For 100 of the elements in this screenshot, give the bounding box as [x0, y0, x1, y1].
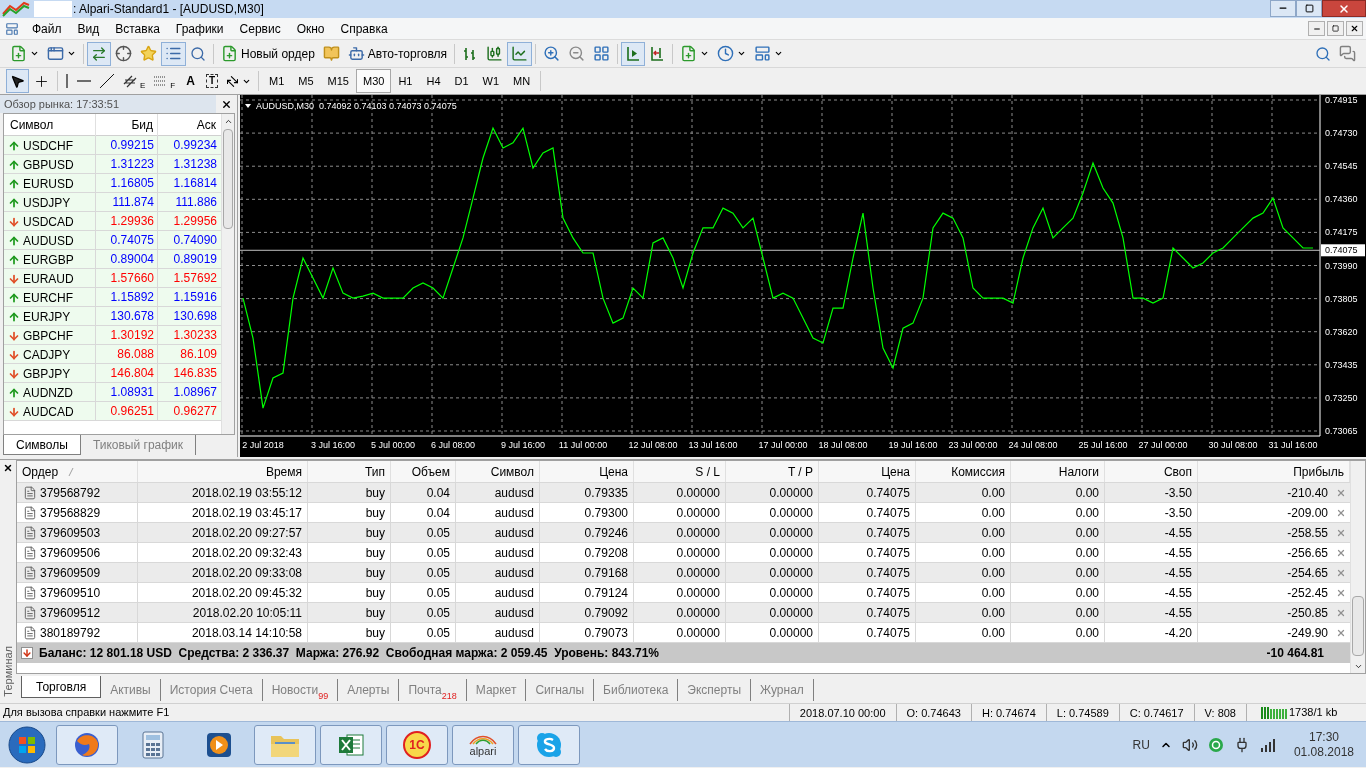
- timeframe-button[interactable]: H1: [391, 69, 420, 93]
- line-chart-button[interactable]: [507, 41, 533, 66]
- market-row[interactable]: USDCHF 0.99215 0.99234: [4, 136, 221, 155]
- column-header[interactable]: Своп: [1163, 462, 1192, 481]
- fibo-button[interactable]: F: [149, 69, 180, 93]
- taskbar-app[interactable]: [518, 724, 580, 765]
- market-row[interactable]: EURJPY 130.678 130.698: [4, 307, 221, 326]
- taskbar-app[interactable]: alpari: [452, 724, 514, 765]
- clock-date[interactable]: 01.08.2018: [1293, 744, 1354, 760]
- timeframe-button[interactable]: D1: [447, 69, 476, 93]
- auto-trading-button[interactable]: Авто-торговля: [343, 41, 452, 66]
- menu-item[interactable]: Вид: [69, 18, 108, 39]
- order-row[interactable]: 379609506 2018.02.20 09:32:43 buy 0.05 audusd 0.79208 0.00000 0.00000 0.74075 0.00 0.00 -4.55 -256.65: [17, 543, 1350, 563]
- menu-item[interactable]: Справка: [332, 18, 396, 39]
- market-row[interactable]: GBPUSD 1.31223 1.31238: [4, 155, 221, 174]
- minimize-button[interactable]: [1270, 0, 1296, 17]
- column-header[interactable]: Объем: [411, 462, 450, 481]
- terminal-tab[interactable]: История Счета: [160, 679, 263, 701]
- timeframe-button[interactable]: M5: [291, 69, 321, 93]
- market-row[interactable]: USDCAD 1.29936 1.29956: [4, 212, 221, 231]
- terminal-tab[interactable]: Маркет: [466, 679, 527, 701]
- market-row[interactable]: AUDCAD 0.96251 0.96277: [4, 402, 221, 421]
- market-row[interactable]: EURCHF 1.15892 1.15916: [4, 288, 221, 307]
- scroll-thumb[interactable]: [223, 129, 233, 229]
- scroll-thumb[interactable]: [1352, 596, 1364, 656]
- column-header[interactable]: Цена: [881, 462, 910, 481]
- column-header[interactable]: T / P: [787, 462, 813, 481]
- autoscroll-button[interactable]: [621, 41, 646, 66]
- timeframe-button[interactable]: MN: [506, 69, 538, 93]
- market-row[interactable]: EURAUD 1.57660 1.57692: [4, 269, 221, 288]
- taskbar-app[interactable]: [320, 724, 382, 765]
- order-row[interactable]: 379609509 2018.02.20 09:33:08 buy 0.05 audusd 0.79168 0.00000 0.00000 0.74075 0.00 0.00 -4.55 -254.65: [17, 563, 1350, 583]
- taskbar-app[interactable]: [56, 724, 118, 765]
- column-header[interactable]: S / L: [695, 462, 720, 481]
- menu-item[interactable]: Графики: [167, 18, 232, 39]
- timeframe-button[interactable]: H4: [419, 69, 448, 93]
- market-row[interactable]: EURGBP 0.89004 0.89019: [4, 250, 221, 269]
- text-tool-button[interactable]: A: [179, 69, 202, 93]
- terminal-tab[interactable]: Эксперты: [678, 679, 752, 701]
- panel-tab[interactable]: Тиковый график: [80, 435, 197, 455]
- clock-time[interactable]: 17:30: [1308, 729, 1339, 745]
- column-header[interactable]: Тип: [365, 462, 385, 481]
- terminal-tab[interactable]: Библиотека: [594, 679, 679, 701]
- terminal-button[interactable]: [161, 41, 186, 66]
- order-row[interactable]: 379609512 2018.02.20 10:05:11 buy 0.05 audusd 0.79092 0.00000 0.00000 0.74075 0.00 0.00 -4.55 -250.85: [17, 603, 1350, 623]
- scrollbar[interactable]: [221, 114, 234, 434]
- menu-item[interactable]: Вставка: [107, 18, 168, 39]
- caret-icon[interactable]: [245, 104, 251, 108]
- order-row[interactable]: 379568829 2018.02.19 03:45:17 buy 0.04 audusd 0.79300 0.00000 0.00000 0.74075 0.00 0.00 -3.50 -209.00: [17, 503, 1350, 523]
- timeframe-button[interactable]: M15: [320, 69, 356, 93]
- panel-tab[interactable]: Символы: [3, 435, 81, 455]
- taskbar-app[interactable]: [254, 724, 316, 765]
- column-header[interactable]: Цена: [599, 462, 628, 481]
- column-header[interactable]: Налоги: [1058, 462, 1099, 481]
- order-row[interactable]: 379568792 2018.02.19 03:55:12 buy 0.04 audusd 0.79335 0.00000 0.00000 0.74075 0.00 0.00 -3.50 -210.40: [17, 483, 1350, 503]
- close-icon[interactable]: [221, 98, 232, 110]
- channel-button[interactable]: E: [119, 69, 150, 93]
- column-header[interactable]: Прибыль: [1293, 462, 1344, 481]
- scroll-up-icon[interactable]: [223, 117, 233, 126]
- menu-item[interactable]: Файл: [24, 18, 70, 39]
- label-tool-button[interactable]: T: [201, 69, 222, 93]
- column-header[interactable]: Символ: [490, 462, 534, 481]
- market-row[interactable]: GBPCHF 1.30192 1.30233: [4, 326, 221, 345]
- new-order-button[interactable]: Новый ордер: [217, 41, 319, 66]
- timeframe-button[interactable]: M1: [262, 69, 292, 93]
- search-icon[interactable]: [1315, 45, 1331, 62]
- column-header[interactable]: Комиссия: [951, 462, 1005, 481]
- timeframe-button[interactable]: M30: [356, 69, 392, 93]
- order-row[interactable]: 379609503 2018.02.20 09:27:57 buy 0.05 audusd 0.79246 0.00000 0.00000 0.74075 0.00 0.00 -4.55 -258.55: [17, 523, 1350, 543]
- market-watch-button[interactable]: [87, 41, 111, 66]
- cursor-button[interactable]: [6, 69, 29, 93]
- order-row[interactable]: 379609510 2018.02.20 09:45:32 buy 0.05 audusd 0.79124 0.00000 0.00000 0.74075 0.00 0.00 -4.55 -252.45: [17, 583, 1350, 603]
- terminal-tab[interactable]: Торговля: [21, 676, 102, 698]
- market-row[interactable]: AUDNZD 1.08931 1.08967: [4, 383, 221, 402]
- chat-icon[interactable]: [1339, 45, 1356, 62]
- terminal-tab[interactable]: Журнал: [751, 679, 814, 701]
- market-row[interactable]: USDJPY 111.874 111.886: [4, 193, 221, 212]
- close-button[interactable]: [1346, 21, 1363, 36]
- order-row[interactable]: 380189792 2018.03.14 14:10:58 buy 0.05 audusd 0.79073 0.00000 0.00000 0.74075 0.00 0.00 -4.20 -249.90: [17, 623, 1350, 643]
- market-row[interactable]: GBPJPY 146.804 146.835: [4, 364, 221, 383]
- scrollbar[interactable]: [1350, 461, 1365, 673]
- minimize-button[interactable]: [1308, 21, 1325, 36]
- column-header[interactable]: Ордер: [22, 462, 59, 481]
- scroll-down-icon[interactable]: [1353, 662, 1363, 671]
- close-icon[interactable]: [3, 463, 13, 473]
- market-row[interactable]: CADJPY 86.088 86.109: [4, 345, 221, 364]
- column-header[interactable]: Время: [265, 462, 302, 481]
- column-header[interactable]: Аск: [158, 114, 220, 136]
- terminal-tab[interactable]: Сигналы: [526, 679, 595, 701]
- ring-icon[interactable]: [1207, 736, 1224, 753]
- timeframe-button[interactable]: W1: [475, 69, 507, 93]
- menu-item[interactable]: Окно: [288, 18, 333, 39]
- terminal-tab[interactable]: Алерты: [338, 679, 400, 701]
- language-indicator[interactable]: RU: [1132, 735, 1150, 754]
- market-row[interactable]: AUDUSD 0.74075 0.74090: [4, 231, 221, 250]
- restore-button[interactable]: [1296, 0, 1322, 17]
- signal-bars-icon[interactable]: [1259, 737, 1276, 752]
- market-row[interactable]: EURUSD 1.16805 1.16814: [4, 174, 221, 193]
- speaker-icon[interactable]: [1181, 736, 1198, 753]
- menu-item[interactable]: Сервис: [231, 18, 289, 39]
